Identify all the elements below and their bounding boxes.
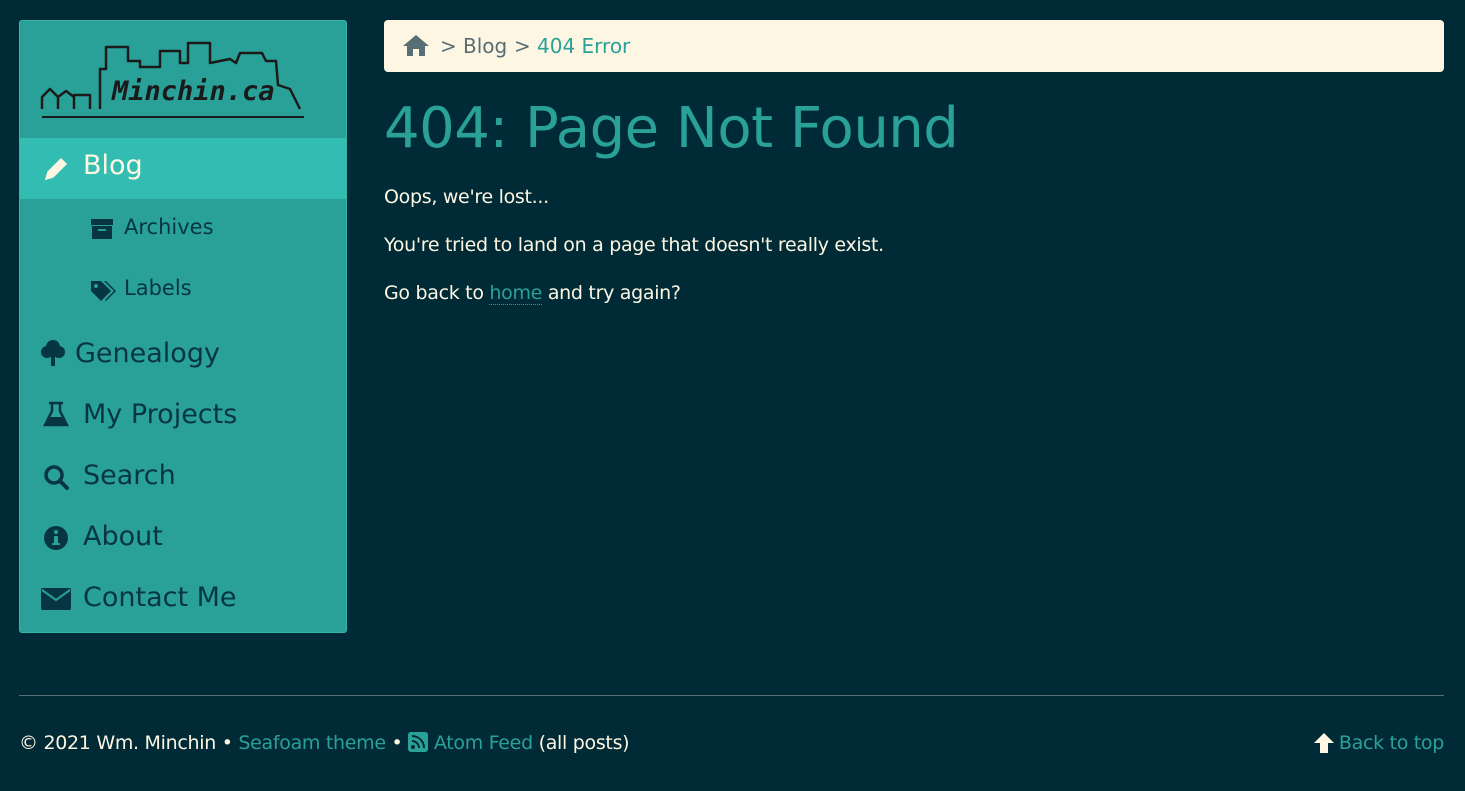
sidebar-item-search[interactable]: Search [20, 443, 346, 504]
tree-icon [40, 338, 66, 368]
home-icon[interactable] [402, 33, 430, 62]
logo-text: Minchin.ca [112, 76, 275, 107]
feed-note: (all posts) [538, 732, 630, 754]
footer-bullet: • [391, 732, 403, 754]
footer-bullet: • [221, 732, 233, 754]
atom-feed-link[interactable]: Atom Feed [434, 732, 533, 754]
breadcrumb-blog[interactable]: Blog [463, 34, 507, 58]
arrow-up-icon [1313, 732, 1335, 754]
sidebar-item-label: Genealogy [75, 338, 220, 369]
sidebar-item-label: Labels [124, 276, 192, 300]
archive-icon [90, 217, 114, 241]
copyright: © 2021 Wm. Minchin [19, 732, 216, 754]
envelope-icon [41, 587, 71, 611]
search-icon [42, 463, 70, 491]
breadcrumb-separator: > [514, 34, 531, 58]
tags-icon [90, 279, 116, 303]
sidebar-item-my-projects[interactable]: My Projects [20, 382, 346, 443]
rss-icon[interactable] [408, 732, 429, 757]
sidebar-item-labels[interactable]: Labels [20, 260, 346, 321]
pencil-icon [42, 155, 70, 183]
sidebar-item-label: Search [83, 460, 176, 491]
back-to-top-link[interactable]: Back to top [1313, 732, 1444, 754]
flask-icon [42, 400, 70, 428]
message-line-3-prefix: Go back to [384, 282, 484, 304]
back-to-top-label: Back to top [1338, 732, 1444, 754]
sidebar-item-about[interactable]: About [20, 504, 346, 565]
page-title: 404: Page Not Found [384, 96, 959, 161]
breadcrumb-separator: > [440, 34, 457, 58]
message-line-2: You're tried to land on a page that does… [384, 234, 884, 256]
message-line-3: Go back to home and try again? [384, 282, 681, 305]
footer-credits: © 2021 Wm. Minchin • Seafoam theme • Ato… [19, 732, 630, 757]
message-line-1: Oops, we're lost... [384, 186, 549, 208]
home-link[interactable]: home [489, 282, 542, 305]
sidebar-item-label: Blog [83, 150, 143, 181]
sidebar-item-archives[interactable]: Archives [20, 199, 346, 260]
info-icon [42, 524, 70, 552]
sidebar-item-label: Contact Me [83, 582, 237, 613]
sidebar-item-genealogy[interactable]: Genealogy [20, 321, 346, 382]
breadcrumb: > Blog > 404 Error [384, 20, 1444, 72]
sidebar-item-blog[interactable]: Blog [20, 138, 346, 199]
sidebar-item-contact-me[interactable]: Contact Me [20, 565, 346, 626]
sidebar-item-label: Archives [124, 215, 214, 239]
sidebar-item-label: About [83, 521, 163, 552]
site-logo[interactable]: Minchin.ca [20, 21, 346, 138]
sidebar: Minchin.ca Blog Archives Labels Genealog… [19, 20, 347, 633]
footer-divider [19, 695, 1444, 696]
message-line-3-suffix: and try again? [547, 282, 681, 304]
seafoam-theme-link[interactable]: Seafoam theme [238, 732, 386, 754]
breadcrumb-current: 404 Error [537, 34, 631, 58]
sidebar-item-label: My Projects [83, 399, 238, 430]
